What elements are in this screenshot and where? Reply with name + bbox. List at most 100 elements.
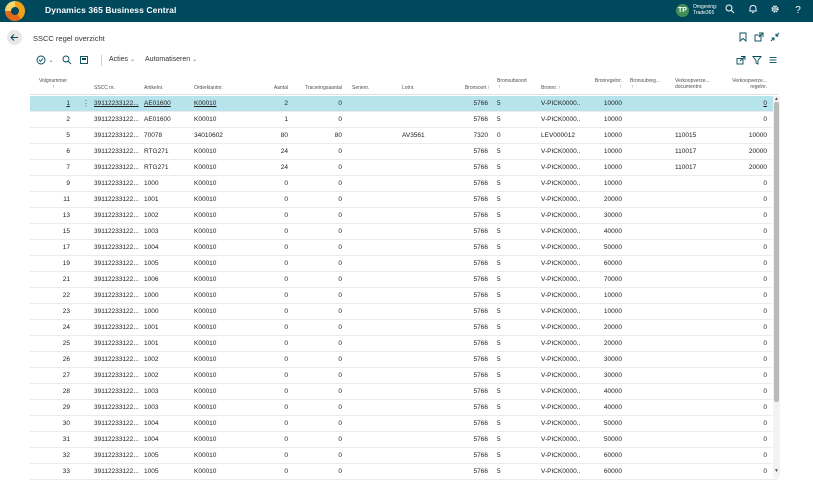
table-row[interactable]: ⋮ 1 39112233122... AE01600 K00010 2 0 5766 5 V-PI…: [30, 96, 778, 112]
table-cell-bsub[interactable]: 5: [497, 400, 517, 416]
table-cell-volg[interactable]: 7: [38, 160, 70, 176]
table-cell-trac[interactable]: 0: [292, 320, 342, 336]
table-cell-klant[interactable]: K00010: [194, 240, 246, 256]
table-cell-bsoort[interactable]: 5766: [450, 400, 488, 416]
table-cell-sscc[interactable]: 39112233122...: [94, 144, 142, 160]
search-list-icon[interactable]: [61, 55, 73, 67]
table-cell-lot[interactable]: [402, 336, 446, 352]
table-cell-art[interactable]: 1004: [144, 240, 192, 256]
table-cell-sscc[interactable]: 39112233122...: [94, 272, 142, 288]
scroll-down-icon[interactable]: ▼: [773, 468, 780, 476]
table-row[interactable]: 28 39112233122... 1003 K00010 0 0 5766 5 V-PICK0…: [30, 384, 778, 400]
edit-in-excel-icon[interactable]: [78, 55, 90, 67]
table-cell-lot[interactable]: [402, 304, 446, 320]
list-icon[interactable]: [767, 55, 779, 67]
table-cell-bronnr[interactable]: V-PICK0000...: [541, 144, 581, 160]
table-cell-bsub[interactable]: 5: [497, 384, 517, 400]
table-cell-sscc[interactable]: 39112233122...: [94, 432, 142, 448]
table-cell-volg[interactable]: 5: [38, 128, 70, 144]
table-cell-bregel[interactable]: 20000: [580, 192, 622, 208]
table-cell-klant[interactable]: K00010: [194, 464, 246, 480]
table-cell-sscc[interactable]: 39112233122...: [94, 336, 142, 352]
table-cell-klant[interactable]: K00010: [194, 384, 246, 400]
table-cell-trac[interactable]: 0: [292, 464, 342, 480]
table-cell-klant[interactable]: K00010: [194, 96, 246, 112]
table-cell-bronnr[interactable]: V-PICK0000...: [541, 368, 581, 384]
table-cell-klant[interactable]: K00010: [194, 336, 246, 352]
table-row[interactable]: 29 39112233122... 1003 K00010 0 0 5766 5 V-PICK0…: [30, 400, 778, 416]
table-cell-klant[interactable]: K00010: [194, 272, 246, 288]
table-cell-lot[interactable]: [402, 464, 446, 480]
table-cell-bsoort[interactable]: 5766: [450, 112, 488, 128]
table-cell-sscc[interactable]: 39112233122...: [94, 384, 142, 400]
table-cell-sscc[interactable]: 39112233122...: [94, 304, 142, 320]
table-cell-klant[interactable]: K00010: [194, 368, 246, 384]
table-row[interactable]: 5 39112233122... 70078 34010602 80 80 AV3561 73…: [30, 128, 778, 144]
table-cell-art[interactable]: 1002: [144, 368, 192, 384]
table-cell-bsub[interactable]: 5: [497, 144, 517, 160]
table-cell-aantal[interactable]: 24: [250, 144, 288, 160]
table-cell-bregel[interactable]: 50000: [580, 432, 622, 448]
table-cell-bregel[interactable]: 60000: [580, 256, 622, 272]
table-cell-bronnr[interactable]: V-PICK0000...: [541, 416, 581, 432]
scrollbar-thumb[interactable]: [774, 102, 779, 402]
table-cell-bsub[interactable]: 5: [497, 464, 517, 480]
table-cell-bsub[interactable]: 5: [497, 432, 517, 448]
table-cell-trac[interactable]: 0: [292, 416, 342, 432]
table-cell-sscc[interactable]: 39112233122...: [94, 176, 142, 192]
table-cell-bronnr[interactable]: LEV000012: [541, 128, 581, 144]
automatiseren-menu[interactable]: Automatiseren ⌄: [145, 56, 197, 63]
table-cell-vdoc[interactable]: [675, 112, 717, 128]
table-cell-lot[interactable]: [402, 192, 446, 208]
column-header-artikelnr[interactable]: Artikelnr.: [144, 85, 163, 91]
table-cell-art[interactable]: 1000: [144, 288, 192, 304]
table-cell-sscc[interactable]: 39112233122...: [94, 256, 142, 272]
table-cell-art[interactable]: 1001: [144, 192, 192, 208]
table-cell-aantal[interactable]: 0: [250, 400, 288, 416]
table-cell-bregel[interactable]: 60000: [580, 448, 622, 464]
table-cell-bsub[interactable]: 5: [497, 112, 517, 128]
table-cell-bsoort[interactable]: 5766: [450, 96, 488, 112]
table-row[interactable]: 31 39112233122... 1004 K00010 0 0 5766 5 V-PICK0…: [30, 432, 778, 448]
table-cell-bregel[interactable]: 20000: [580, 320, 622, 336]
table-cell-bronnr[interactable]: V-PICK0000...: [541, 336, 581, 352]
table-cell-vregel[interactable]: 0: [720, 272, 767, 288]
table-cell-vregel[interactable]: 0: [720, 368, 767, 384]
column-header-bronnr[interactable]: Bronnr.↑: [541, 85, 561, 91]
table-cell-volg[interactable]: 30: [38, 416, 70, 432]
table-cell-volg[interactable]: 29: [38, 400, 70, 416]
table-cell-aantal[interactable]: 0: [250, 384, 288, 400]
table-row[interactable]: 15 39112233122... 1003 K00010 0 0 5766 5 V-PICK0…: [30, 224, 778, 240]
table-cell-lot[interactable]: [402, 176, 446, 192]
table-cell-bronnr[interactable]: V-PICK0000...: [541, 272, 581, 288]
column-header-sscc[interactable]: SSCC nr.: [94, 85, 115, 91]
table-cell-bsoort[interactable]: 5766: [450, 464, 488, 480]
table-cell-volg[interactable]: 26: [38, 352, 70, 368]
table-cell-art[interactable]: AE01600: [144, 112, 192, 128]
table-cell-volg[interactable]: 15: [38, 224, 70, 240]
environment-label[interactable]: Omgeving: Trade365: [693, 4, 717, 16]
table-cell-bsub[interactable]: 5: [497, 416, 517, 432]
table-cell-vdoc[interactable]: [675, 416, 717, 432]
table-cell-aantal[interactable]: 24: [250, 160, 288, 176]
bell-icon[interactable]: [746, 4, 760, 18]
table-cell-bronnr[interactable]: V-PICK0000...: [541, 224, 581, 240]
table-cell-klant[interactable]: K00010: [194, 352, 246, 368]
table-cell-art[interactable]: RTG271: [144, 160, 192, 176]
table-cell-bregel[interactable]: 70000: [580, 272, 622, 288]
table-cell-trac[interactable]: 0: [292, 112, 342, 128]
table-cell-trac[interactable]: 0: [292, 240, 342, 256]
table-cell-bronnr[interactable]: V-PICK0000...: [541, 384, 581, 400]
table-cell-vdoc[interactable]: [675, 96, 717, 112]
table-cell-bsub[interactable]: 5: [497, 304, 517, 320]
table-cell-bronnr[interactable]: V-PICK0000...: [541, 288, 581, 304]
table-cell-bregel[interactable]: 30000: [580, 368, 622, 384]
table-cell-klant[interactable]: K00010: [194, 448, 246, 464]
table-cell-vdoc[interactable]: [675, 432, 717, 448]
table-cell-bregel[interactable]: 10000: [580, 176, 622, 192]
table-cell-bronnr[interactable]: V-PICK0000...: [541, 160, 581, 176]
table-cell-lot[interactable]: [402, 160, 446, 176]
table-cell-lot[interactable]: [402, 272, 446, 288]
table-cell-lot[interactable]: [402, 448, 446, 464]
table-cell-vdoc[interactable]: [675, 320, 717, 336]
